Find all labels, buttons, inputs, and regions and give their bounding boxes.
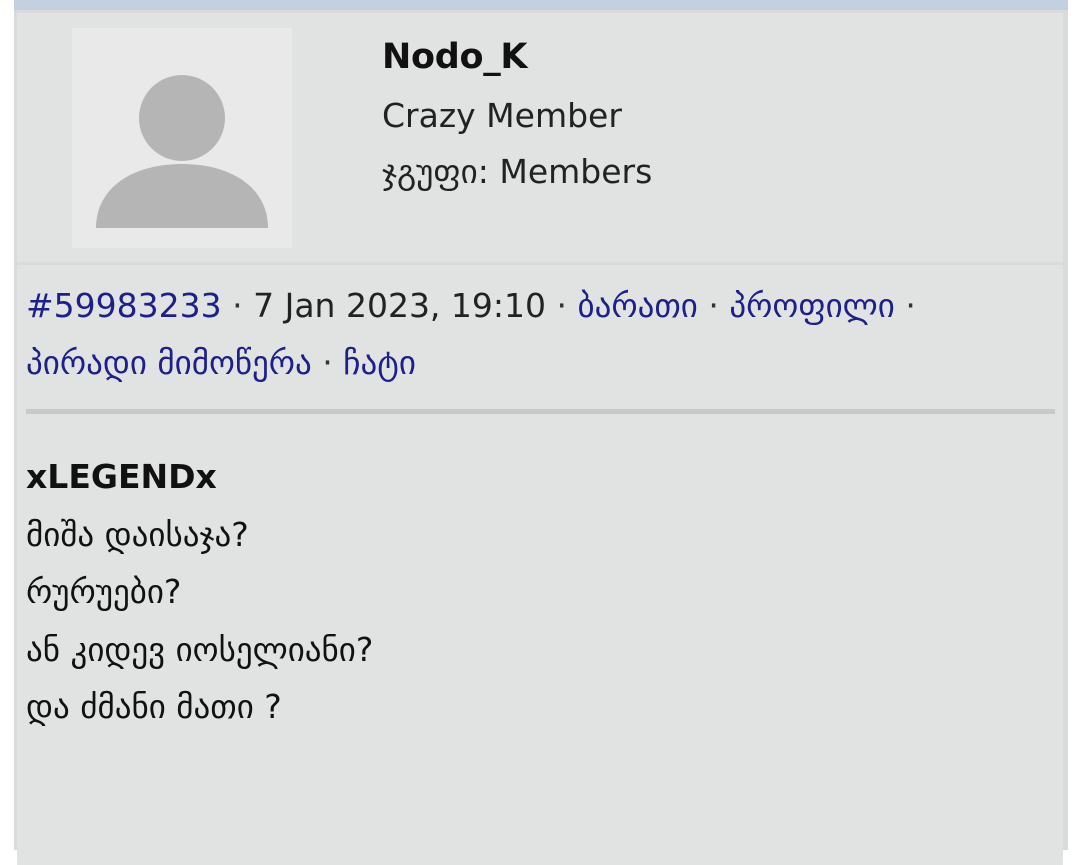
meta-separator: · <box>221 286 254 325</box>
user-group-label: ჯგუფი: <box>382 152 489 191</box>
post-meta: #59983233 · 7 Jan 2023, 19:10 · ბარათი ·… <box>26 277 1046 391</box>
username[interactable]: Nodo_K <box>382 37 528 77</box>
card-link[interactable]: ბარათი <box>578 286 698 325</box>
meta-separator: · <box>311 343 344 382</box>
meta-separator: · <box>894 286 916 325</box>
avatar[interactable] <box>72 28 292 248</box>
user-info-panel: Nodo_K Crazy Member ჯგუფი: Members <box>17 13 1063 262</box>
chat-link[interactable]: ჩატი <box>343 343 416 382</box>
post-line: მიშა დაისაჯა? <box>26 514 249 554</box>
post-line: რურუები? <box>26 572 182 611</box>
profile-link[interactable]: პროფილი <box>729 286 894 325</box>
default-user-icon <box>96 75 268 228</box>
private-message-link[interactable]: პირადი მიმოწერა <box>26 343 312 382</box>
user-rank: Crazy Member <box>382 96 622 135</box>
post-id-link[interactable]: #59983233 <box>26 286 222 325</box>
post-container: Nodo_K Crazy Member ჯგუფი: Members #5998… <box>14 10 1068 865</box>
post-line: და ძმანი მათი ? <box>26 687 282 726</box>
meta-separator: · <box>546 286 578 325</box>
user-group-value: Members <box>499 152 653 191</box>
meta-separator: · <box>697 286 730 325</box>
post-datetime: 7 Jan 2023, 19:10 <box>253 286 547 325</box>
post-line: ან კიდევ იოსელიანი? <box>26 629 374 669</box>
top-bar <box>14 0 1068 10</box>
divider <box>26 409 1055 414</box>
post-body: xLEGENDx მიშა დაისაჯა? რურუები? ან კიდევ… <box>26 448 373 736</box>
post-panel: #59983233 · 7 Jan 2023, 19:10 · ბარათი ·… <box>17 265 1063 865</box>
quote-author: xLEGENDx <box>26 457 217 496</box>
user-group: ჯგუფი: Members <box>382 152 652 191</box>
